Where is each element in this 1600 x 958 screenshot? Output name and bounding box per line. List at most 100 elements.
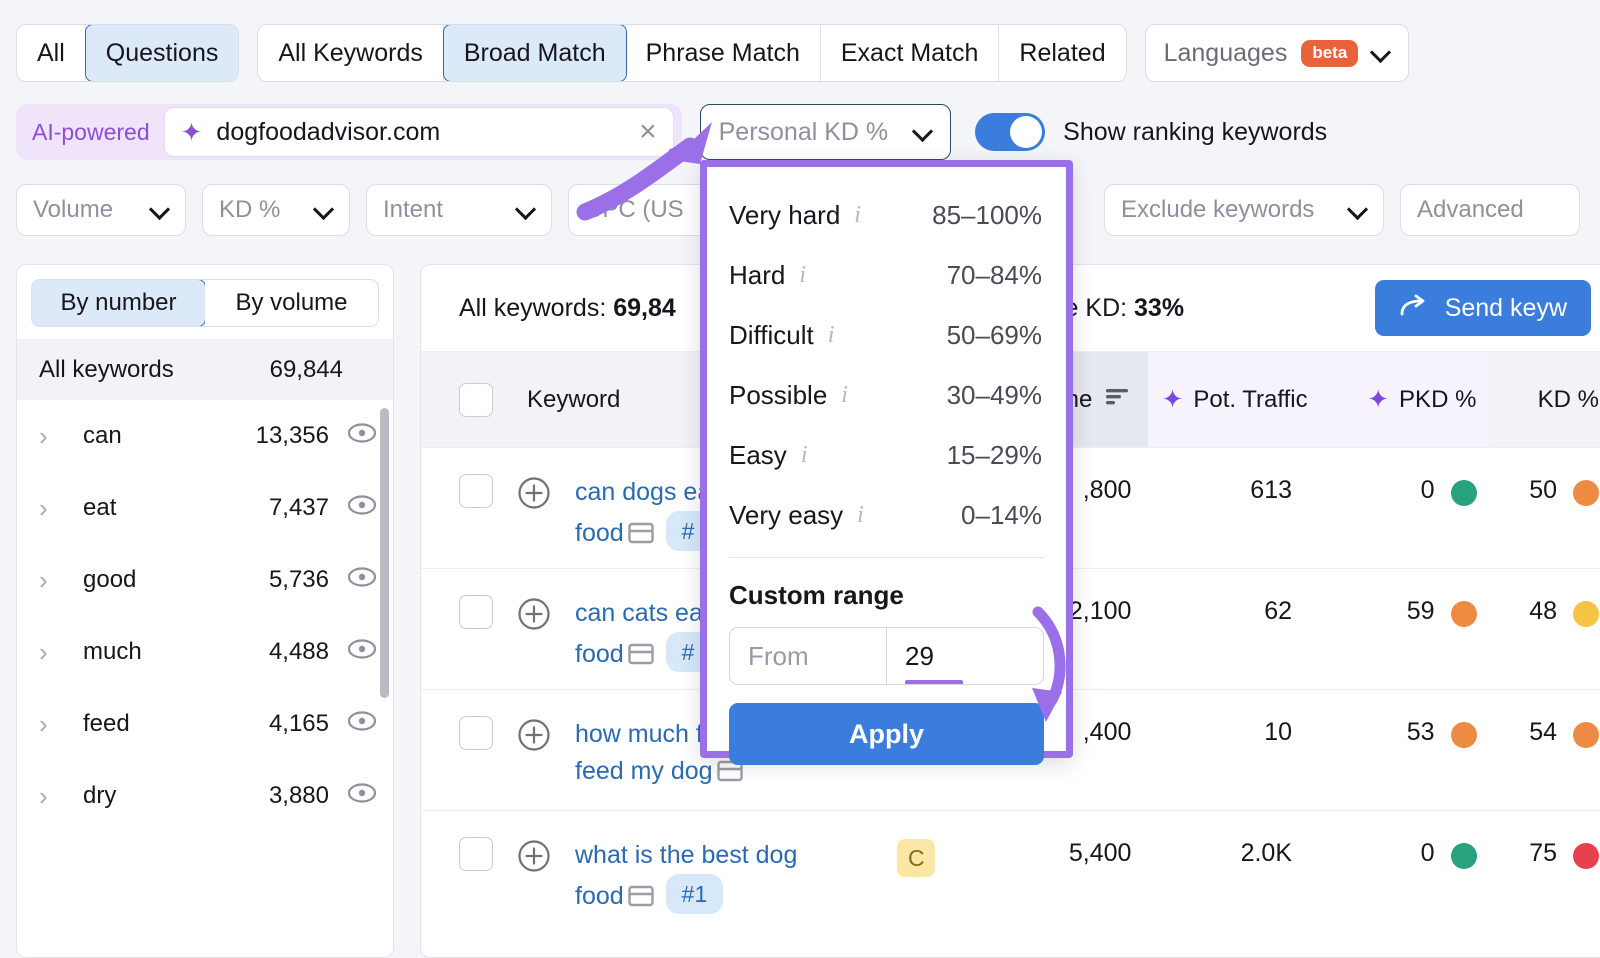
column-pkd-label: PKD % <box>1399 385 1477 413</box>
range-to-input[interactable]: 29 <box>886 628 1043 684</box>
serp-features-icon[interactable] <box>627 881 654 918</box>
keyword-line1: what is the best dog <box>575 841 798 869</box>
menu-item-very-hard[interactable]: Very hard i 85–100% <box>707 185 1066 245</box>
column-pot-traffic[interactable]: ✦ Pot. Traffic <box>1148 352 1322 447</box>
chevron-right-icon[interactable]: › <box>39 567 65 593</box>
keyword-line2: food <box>575 882 624 910</box>
tab-all[interactable]: All <box>17 25 86 81</box>
keyword-text[interactable]: can cats ea food # <box>575 595 711 676</box>
row-checkbox[interactable] <box>459 474 493 508</box>
group-label: dry <box>83 782 117 809</box>
sort-by-number[interactable]: By number <box>32 280 206 326</box>
keyword-text[interactable]: can dogs ea food # <box>575 474 711 555</box>
column-kd[interactable]: KD % <box>1490 352 1600 447</box>
serp-features-icon[interactable] <box>627 639 654 676</box>
eye-icon[interactable] <box>347 710 377 738</box>
info-icon[interactable]: i <box>857 502 864 529</box>
list-item[interactable]: › can 13,356 <box>17 400 393 472</box>
volume-cell: 5,400 <box>1068 839 1132 867</box>
info-icon[interactable]: i <box>841 382 848 409</box>
menu-item-hard[interactable]: Hard i 70–84% <box>707 245 1066 305</box>
group-label: eat <box>83 494 117 521</box>
kd-value: 50 <box>1529 476 1558 504</box>
list-item[interactable]: › eat 7,437 <box>17 472 393 544</box>
apply-button[interactable]: Apply <box>729 703 1044 765</box>
tab-exact-match[interactable]: Exact Match <box>820 25 1000 81</box>
table-row[interactable]: what is the best dog food #1 C 5,400 2.0K… <box>421 810 1600 931</box>
sort-by-volume[interactable]: By volume <box>205 280 378 326</box>
eye-icon[interactable] <box>347 494 377 522</box>
send-keywords-button[interactable]: Send keyw <box>1374 280 1591 336</box>
close-icon[interactable]: × <box>639 117 657 147</box>
serp-features-icon[interactable] <box>627 518 654 555</box>
add-keyword-icon[interactable] <box>517 597 551 638</box>
filter-kd[interactable]: KD % <box>202 184 350 236</box>
show-ranking-keywords-toggle[interactable] <box>975 113 1046 151</box>
level-label: Hard <box>729 259 786 290</box>
toggle-knob <box>1010 116 1043 148</box>
scrollbar-thumb[interactable] <box>380 408 389 698</box>
group-label: much <box>83 638 142 665</box>
kd-status-dot <box>1573 722 1600 748</box>
range-from-input[interactable]: From <box>730 628 886 684</box>
row-checkbox[interactable] <box>459 716 493 750</box>
personal-kd-dropdown-button[interactable]: Personal KD % <box>699 104 952 160</box>
chevron-right-icon[interactable]: › <box>39 711 65 737</box>
group-count: 7,437 <box>268 494 329 521</box>
menu-item-difficult[interactable]: Difficult i 50–69% <box>707 305 1066 365</box>
tab-all-keywords[interactable]: All Keywords <box>258 25 444 81</box>
filter-advanced[interactable]: Advanced <box>1400 184 1580 236</box>
filter-advanced-label: Advanced <box>1417 196 1524 223</box>
level-label: Difficult <box>729 319 814 350</box>
eye-icon[interactable] <box>347 566 377 594</box>
tab-questions[interactable]: Questions <box>84 25 239 81</box>
menu-item-easy[interactable]: Easy i 15–29% <box>707 425 1066 485</box>
list-item[interactable]: › much 4,488 <box>17 616 393 688</box>
tab-broad-match[interactable]: Broad Match <box>442 25 627 81</box>
intent-badge[interactable]: C <box>897 839 936 877</box>
column-pkd[interactable]: ✦ PKD % <box>1321 352 1491 447</box>
menu-item-possible[interactable]: Possible i 30–49% <box>707 365 1066 425</box>
languages-dropdown[interactable]: Languages beta <box>1144 24 1410 82</box>
menu-item-very-easy[interactable]: Very easy i 0–14% <box>707 485 1066 545</box>
chevron-right-icon[interactable]: › <box>39 639 65 665</box>
info-icon[interactable]: i <box>799 262 806 289</box>
eye-icon[interactable] <box>347 638 377 666</box>
keyword-text[interactable]: what is the best dog food #1 <box>575 837 797 918</box>
chevron-down-icon <box>914 123 932 141</box>
row-checkbox[interactable] <box>459 595 493 629</box>
custom-range-title: Custom range <box>729 580 904 610</box>
pkd-status-dot <box>1450 480 1477 506</box>
add-keyword-icon[interactable] <box>517 476 551 517</box>
chevron-right-icon[interactable]: › <box>39 423 65 449</box>
domain-search-input[interactable]: ✦ dogfoodadvisor.com × <box>163 107 674 157</box>
add-keyword-icon[interactable] <box>517 718 551 759</box>
chevron-right-icon[interactable]: › <box>39 783 65 809</box>
list-item[interactable]: › feed 4,165 <box>17 688 393 760</box>
tab-phrase-match[interactable]: Phrase Match <box>625 25 821 81</box>
eye-icon[interactable] <box>347 782 377 810</box>
group-count: 4,488 <box>268 638 329 665</box>
all-keywords-row[interactable]: All keywords 69,844 <box>17 339 393 400</box>
pot-traffic-cell: 10 <box>1264 718 1293 746</box>
list-item[interactable]: › dry 3,880 <box>17 760 393 832</box>
group-count: 13,356 <box>255 422 329 449</box>
filter-intent[interactable]: Intent <box>366 184 552 236</box>
info-icon[interactable]: i <box>828 322 835 349</box>
row-checkbox[interactable] <box>459 837 493 871</box>
tab-related[interactable]: Related <box>999 25 1126 81</box>
filter-exclude-keywords[interactable]: Exclude keywords <box>1104 184 1384 236</box>
kd-status-dot <box>1573 601 1600 627</box>
pkd-status-dot <box>1450 843 1477 869</box>
chevron-right-icon[interactable]: › <box>39 495 65 521</box>
group-sort-segmented: By number By volume <box>31 279 379 327</box>
add-keyword-icon[interactable] <box>517 839 551 880</box>
eye-icon[interactable] <box>347 422 377 450</box>
sort-icon[interactable] <box>1104 385 1132 414</box>
filter-volume[interactable]: Volume <box>16 184 186 236</box>
list-item[interactable]: › good 5,736 <box>17 544 393 616</box>
rank-badge: #1 <box>665 874 724 915</box>
select-all-checkbox[interactable] <box>459 382 493 417</box>
info-icon[interactable]: i <box>854 202 861 229</box>
info-icon[interactable]: i <box>801 442 808 469</box>
